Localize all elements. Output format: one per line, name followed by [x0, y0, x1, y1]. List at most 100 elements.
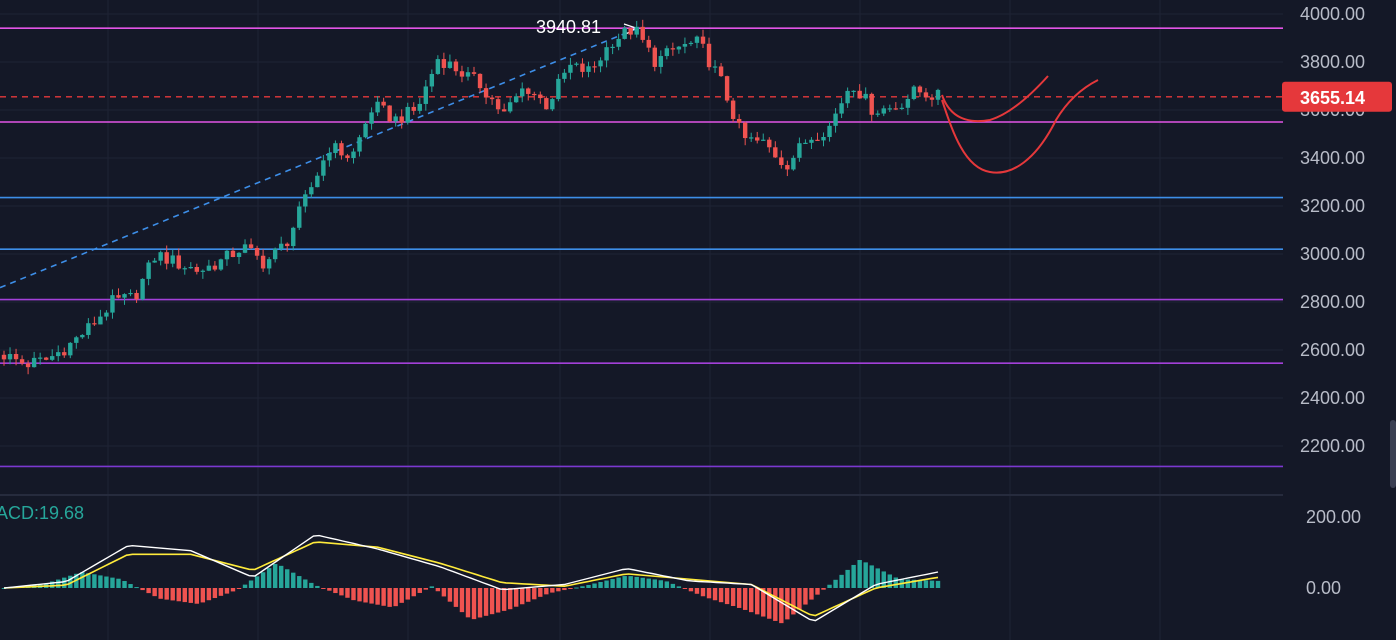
candle-body	[730, 100, 736, 119]
candle-body	[791, 157, 796, 170]
price-axis-tick: 3800.00	[1300, 52, 1365, 72]
candle-body	[646, 39, 651, 48]
macd-histogram-bar	[110, 577, 115, 588]
candle-body	[230, 250, 236, 258]
candle-body	[905, 98, 911, 108]
candle-body	[381, 101, 386, 106]
candle-body	[863, 93, 868, 99]
candle-body	[935, 89, 941, 100]
candle-body	[755, 137, 760, 141]
macd-histogram-bar	[923, 580, 929, 588]
candle-body	[501, 109, 507, 112]
macd-histogram-bar	[242, 584, 248, 588]
candle-body	[218, 259, 224, 270]
macd-histogram-bar	[544, 588, 549, 595]
candle-body	[616, 38, 621, 47]
candle-body	[899, 107, 905, 109]
candle-body	[453, 61, 459, 72]
candle-body	[110, 295, 115, 313]
candle-body	[869, 93, 874, 115]
candle-body	[857, 90, 862, 99]
macd-histogram-bar	[417, 588, 422, 593]
macd-histogram-bar	[706, 588, 712, 599]
candle-body	[92, 323, 97, 325]
macd-histogram-bar	[321, 588, 326, 589]
candle-body	[465, 72, 471, 77]
candle-body	[574, 63, 579, 65]
macd-histogram-bar	[333, 588, 338, 594]
candle-body	[917, 86, 923, 93]
candle-body	[333, 143, 338, 154]
macd-histogram-bar	[134, 587, 139, 589]
price-axis-tick: 3400.00	[1300, 148, 1365, 168]
macd-histogram-bar	[646, 578, 651, 588]
macd-histogram-bar	[526, 588, 531, 602]
candle-body	[538, 94, 543, 99]
candle-body	[345, 155, 350, 159]
candle-body	[815, 139, 820, 141]
candle-body	[13, 354, 19, 360]
macd-histogram-bar	[755, 588, 760, 615]
macd-histogram-bar	[224, 588, 230, 594]
candle-body	[736, 118, 742, 123]
price-axis-tick: 3200.00	[1300, 196, 1365, 216]
macd-histogram-bar	[833, 579, 838, 588]
candle-body	[749, 137, 754, 139]
candle-body	[56, 352, 61, 357]
peak-annotation-label: 3940.81	[536, 17, 601, 37]
macd-histogram-bar	[857, 560, 862, 588]
candle-body	[550, 99, 555, 110]
candle-body	[471, 72, 477, 74]
macd-histogram-bar	[176, 588, 181, 602]
macd-histogram-bar	[206, 588, 212, 601]
candle-body	[827, 125, 832, 137]
candle-body	[339, 143, 344, 156]
macd-histogram-bar	[80, 572, 85, 588]
candle-body	[929, 97, 935, 100]
candle-body	[845, 90, 850, 104]
macd-histogram-bar	[182, 588, 187, 603]
macd-histogram-bar	[712, 588, 718, 601]
candle-body	[303, 194, 308, 207]
candle-body	[459, 71, 465, 77]
candle-body	[640, 26, 645, 40]
candle-body	[405, 106, 410, 123]
macd-histogram-bar	[345, 588, 350, 598]
candle-body	[116, 295, 121, 298]
candle-body	[682, 44, 688, 47]
trading-chart[interactable]: 4000.003800.003600.003400.003200.003000.…	[0, 0, 1396, 640]
candle-body	[357, 137, 362, 152]
candle-body	[429, 73, 435, 87]
price-axis-tick: 2200.00	[1300, 436, 1365, 456]
macd-histogram-bar	[429, 586, 435, 588]
macd-histogram-bar	[610, 579, 615, 588]
candle-body	[797, 143, 802, 158]
candle-body	[7, 354, 13, 360]
candle-body	[278, 243, 284, 249]
candle-body	[688, 42, 694, 45]
candle-body	[628, 28, 633, 35]
candle-body	[809, 139, 814, 143]
price-axis-tick: 2600.00	[1300, 340, 1365, 360]
macd-histogram-bar	[574, 587, 579, 589]
macd-histogram-bar	[471, 588, 477, 620]
macd-histogram-bar	[254, 576, 260, 588]
candle-body	[260, 255, 266, 269]
macd-axis-tick: 200.00	[1306, 507, 1361, 527]
macd-histogram-bar	[688, 588, 694, 592]
macd-histogram-bar	[128, 584, 133, 588]
candle-body	[489, 97, 495, 100]
candle-body	[507, 102, 513, 112]
candle-body	[266, 259, 272, 269]
macd-histogram-bar	[803, 588, 808, 605]
macd-histogram-bar	[399, 588, 404, 603]
candle-body	[718, 66, 724, 77]
candle-body	[104, 312, 109, 317]
macd-histogram-bar	[845, 569, 850, 588]
macd-histogram-bar	[779, 588, 784, 624]
candle-body	[658, 56, 664, 67]
candle-body	[272, 248, 278, 260]
candle-body	[839, 103, 844, 114]
candle-body	[833, 113, 838, 126]
candle-body	[773, 147, 778, 158]
